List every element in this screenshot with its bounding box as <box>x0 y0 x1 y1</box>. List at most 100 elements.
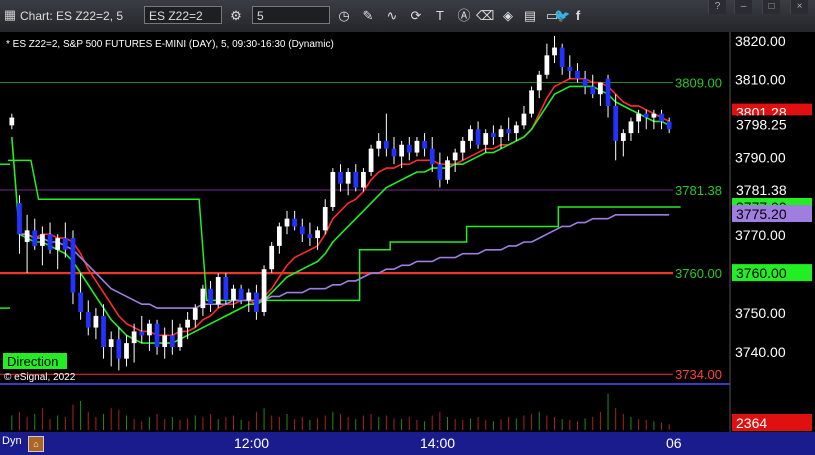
grid-icon[interactable]: ▤ <box>522 8 538 24</box>
close-button[interactable]: × <box>790 0 808 14</box>
candle-body <box>284 218 290 227</box>
lock-icon[interactable]: ⌂ <box>28 436 44 452</box>
candle-body <box>162 335 168 347</box>
clock-icon[interactable]: ◷ <box>336 8 352 24</box>
candle-body <box>353 172 359 188</box>
candle-body <box>429 148 435 165</box>
symbol-input[interactable]: ES Z22=2 <box>144 6 222 24</box>
time-axis: Dyn ⌂ 12:00 14:00 06 <box>0 432 815 455</box>
direction-label: Direction <box>7 354 58 369</box>
candle-body <box>506 129 512 134</box>
candle-body <box>483 133 489 145</box>
candle-body <box>223 277 229 301</box>
candle-body <box>399 144 405 157</box>
level-line-label: 3781.38 <box>675 183 722 198</box>
candle-body <box>605 78 611 106</box>
candle-body <box>361 172 366 188</box>
candle-body <box>452 152 458 161</box>
candle-body <box>544 55 550 75</box>
price-flag-label: 3798.25 <box>736 116 787 132</box>
candle-body <box>475 129 481 145</box>
twitter-icon[interactable]: 🐦 <box>554 8 570 24</box>
candle-body <box>521 113 527 126</box>
price-tick-label: 3820.00 <box>735 33 786 49</box>
candle-body <box>299 226 305 235</box>
candle-body <box>529 90 534 114</box>
candle-body <box>62 238 68 250</box>
candle-body <box>437 164 443 180</box>
candle-body <box>322 207 328 231</box>
candle-body <box>552 47 557 56</box>
candle-body <box>345 172 351 184</box>
window-title: Chart: ES Z22=2, 5 <box>20 9 124 23</box>
circle-arrow-icon[interactable]: ⟳ <box>408 8 424 24</box>
price-flag-label: 3781.38 <box>736 182 787 198</box>
candle-body <box>307 234 313 239</box>
level-line-label: 3760.00 <box>675 266 722 281</box>
candle-body <box>17 203 22 235</box>
price-tick-label: 3750.00 <box>735 305 786 321</box>
candle-body <box>575 70 580 79</box>
price-tick-label: 3790.00 <box>735 149 786 165</box>
candle-body <box>620 133 626 141</box>
candle-body <box>666 121 672 130</box>
A-icon[interactable]: Ⓐ <box>456 8 472 24</box>
candle-body <box>238 288 244 301</box>
candle-body <box>613 105 619 141</box>
dyn-label[interactable]: Dyn <box>2 435 22 447</box>
interval-input[interactable]: 5 <box>252 6 330 24</box>
candle-body <box>261 269 267 312</box>
layers-icon[interactable]: ◈ <box>500 8 516 24</box>
candle-body <box>590 86 596 95</box>
T-icon[interactable]: T <box>432 8 448 24</box>
facebook-icon[interactable]: f <box>570 8 586 24</box>
level-line-label: 3734.00 <box>675 367 722 382</box>
eraser-icon[interactable]: ⌫ <box>476 8 494 24</box>
candle-body <box>147 323 152 336</box>
candle-body <box>215 277 221 305</box>
candle-body <box>70 238 76 293</box>
chart-title: * ES Z22=2, S&P 500 FUTURES E-MINI (DAY)… <box>6 39 334 50</box>
curve-icon[interactable]: ∿ <box>384 8 400 24</box>
candle-body <box>628 121 634 134</box>
candle-body <box>47 234 53 250</box>
chart-toolbar: ▦ Chart: ES Z22=2, 5 ES Z22=2 ⚙ 5 ◷ ✎ ∿ … <box>0 0 815 33</box>
candle-body <box>406 144 412 153</box>
candle-body <box>40 234 45 246</box>
candle-body <box>460 140 466 153</box>
time-tick-06: 06 <box>666 435 682 451</box>
candle-body <box>567 67 573 71</box>
candle-body <box>491 133 496 137</box>
price-flag-label: 3775.20 <box>736 206 787 222</box>
candle-body <box>208 288 213 305</box>
candle-body <box>55 238 61 250</box>
candle-body <box>93 315 99 328</box>
candle-body <box>192 308 198 320</box>
candle-body <box>383 140 389 149</box>
pencil-icon[interactable]: ✎ <box>360 8 376 24</box>
candle-body <box>468 129 473 141</box>
candle-body <box>139 331 145 336</box>
candle-body <box>498 129 504 137</box>
candle-body <box>536 74 542 91</box>
candle-body <box>101 315 106 347</box>
help-button[interactable]: ? <box>708 0 726 14</box>
candle-body <box>116 339 122 359</box>
candle-body <box>559 47 565 67</box>
price-tick-label: 3770.00 <box>735 227 786 243</box>
price-chart[interactable]: 3820.00 3810.00 3790.00 3770.00 3750.00 3740.… <box>0 32 815 432</box>
candle-body <box>598 82 603 95</box>
level-line-label: 3809.00 <box>675 76 722 91</box>
candle-body <box>513 125 519 134</box>
candle-body <box>582 78 588 87</box>
maximize-button[interactable]: □ <box>762 0 780 14</box>
candle-body <box>131 331 137 344</box>
candle-body <box>200 288 206 309</box>
candle-body <box>636 113 641 122</box>
candle-body <box>269 245 275 270</box>
minimize-button[interactable]: – <box>734 0 752 14</box>
candle-body <box>32 230 38 246</box>
price-tick-label: 3810.00 <box>735 72 786 88</box>
candle-body <box>169 335 175 347</box>
gear-icon[interactable]: ⚙ <box>228 8 244 24</box>
